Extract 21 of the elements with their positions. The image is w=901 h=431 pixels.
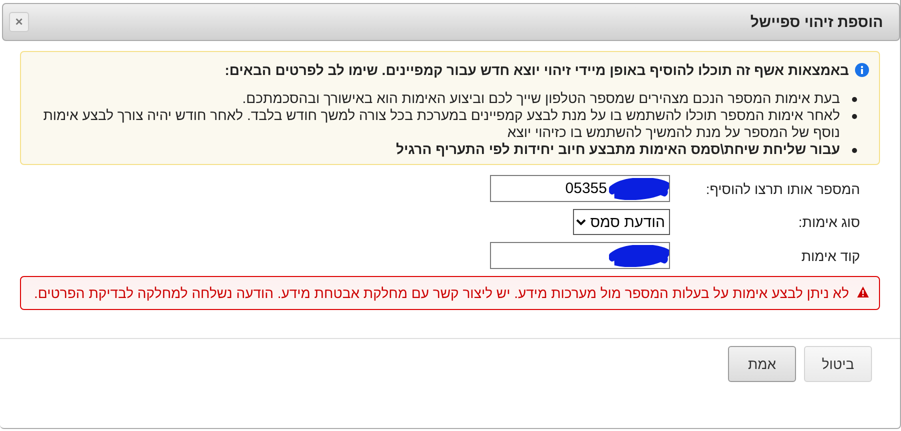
bullet-icon xyxy=(852,97,857,102)
field-label: סוג אימות: xyxy=(797,214,860,230)
info-item: לאחר אימות המספר תוכלו להשתמש בו על מנת לבצע קמפיינים במערכת בכל צורה למשך חודש בלבד. לאחר חודש יהיה צורך לבצע אימות נוסף של המספר על מנת להמשיך להשתמש בו כזיהוי יוצא xyxy=(42,107,840,141)
input-text[interactable]: 05355 xyxy=(493,176,609,201)
info-icon xyxy=(855,63,869,77)
info-heading: באמצאות אשף זה תוכלו להוסיף באופן מיידי זיהוי יוצא חדש עבור קמפיינים. שימו לב לפרטים הבאים: xyxy=(224,62,849,78)
input-field[interactable]: 05355 xyxy=(490,175,670,202)
dialog-title: הוספת זיהוי ספיישל xyxy=(750,14,883,30)
field-label: המספר אותו תרצו להוסיף: xyxy=(704,180,860,196)
field-label: קוד אימות xyxy=(800,248,860,264)
info-item: עבור שליחת שיחת\סמס האימות מתבצע חיוב יחידות לפי התעריף הרגיל xyxy=(396,141,840,158)
dialog-button[interactable]: אמת xyxy=(728,346,796,382)
error-text: לא ניתן לבצע אימות על בעלות המספר מול מערכות מידע. יש ליצור קשר עם מחלקת אבטחת מידע. הודעה נשלחה למחלקה לבדיקת הפרטים. xyxy=(34,284,849,303)
bullet-icon xyxy=(852,148,857,153)
info-item: בעת אימות המספר הנכם מצהירים שמספר הטלפון שייך לכם וביצוע האימות הוא באישורך ובהסכמתכם. xyxy=(242,90,840,107)
verification-type-dropdown[interactable]: הודעת סמס xyxy=(573,209,670,235)
warning-icon xyxy=(857,286,869,298)
dialog-button[interactable]: ביטול xyxy=(804,346,872,382)
bullet-icon xyxy=(852,114,857,119)
close-button[interactable]: × xyxy=(9,12,29,32)
input-field[interactable] xyxy=(490,242,670,269)
